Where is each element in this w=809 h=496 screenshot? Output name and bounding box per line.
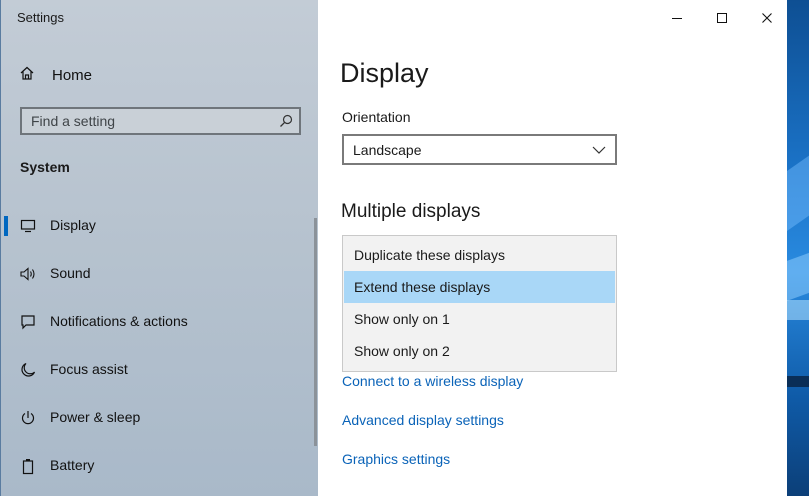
search-box[interactable] — [20, 107, 301, 135]
advanced-display-settings-link[interactable]: Advanced display settings — [342, 412, 504, 428]
orientation-value: Landscape — [353, 141, 422, 158]
sidebar-item-label: Sound — [50, 265, 91, 281]
home-icon — [19, 65, 35, 86]
battery-icon — [19, 457, 37, 475]
menu-item-show-only-1[interactable]: Show only on 1 — [344, 303, 615, 335]
close-icon — [762, 13, 772, 23]
sidebar-item-label: Display — [50, 217, 96, 233]
graphics-settings-link[interactable]: Graphics settings — [342, 451, 450, 467]
notification-icon — [19, 313, 37, 331]
minimize-icon — [672, 18, 682, 19]
menu-item-show-only-2[interactable]: Show only on 2 — [344, 335, 615, 367]
sidebar-item-battery[interactable]: Battery — [1, 448, 311, 484]
multiple-displays-menu: Duplicate these displays Extend these di… — [342, 235, 617, 372]
search-icon[interactable] — [273, 114, 299, 128]
sidebar-item-label: Battery — [50, 457, 95, 473]
minimize-button[interactable] — [654, 5, 700, 31]
power-icon — [19, 409, 37, 427]
wireless-display-link[interactable]: Connect to a wireless display — [342, 373, 523, 389]
chevron-down-icon — [583, 146, 615, 154]
menu-item-duplicate[interactable]: Duplicate these displays — [344, 239, 615, 271]
orientation-dropdown[interactable]: Landscape — [342, 134, 617, 165]
page-title: Display — [340, 58, 429, 88]
settings-window: Settings Home System Display Sound — [0, 0, 787, 496]
sidebar-item-sound[interactable]: Sound — [1, 256, 311, 292]
sidebar-item-notifications[interactable]: Notifications & actions — [1, 304, 311, 340]
search-input[interactable] — [22, 109, 273, 133]
section-heading: System — [20, 159, 70, 175]
maximize-button[interactable] — [699, 5, 745, 31]
maximize-icon — [717, 13, 727, 23]
sidebar-item-label: Power & sleep — [50, 409, 141, 425]
speaker-icon — [19, 265, 37, 283]
menu-item-extend[interactable]: Extend these displays — [344, 271, 615, 303]
desktop-background — [787, 0, 809, 496]
app-title: Settings — [17, 10, 64, 25]
sidebar: Settings Home System Display Sound — [1, 0, 318, 496]
home-label: Home — [52, 66, 93, 84]
home-button[interactable]: Home — [19, 64, 92, 86]
sidebar-item-focus-assist[interactable]: Focus assist — [1, 352, 311, 388]
sidebar-scrollbar[interactable] — [314, 218, 317, 446]
sidebar-item-power-sleep[interactable]: Power & sleep — [1, 400, 311, 436]
multiple-displays-heading: Multiple displays — [341, 201, 481, 222]
sidebar-item-display[interactable]: Display — [1, 208, 311, 244]
sidebar-item-label: Focus assist — [50, 361, 128, 377]
close-button[interactable] — [744, 5, 787, 31]
moon-icon — [19, 361, 37, 379]
main-content: Display Orientation Landscape Multiple d… — [318, 0, 787, 496]
sidebar-item-label: Notifications & actions — [50, 313, 188, 329]
monitor-icon — [19, 217, 37, 235]
orientation-label: Orientation — [342, 109, 411, 125]
